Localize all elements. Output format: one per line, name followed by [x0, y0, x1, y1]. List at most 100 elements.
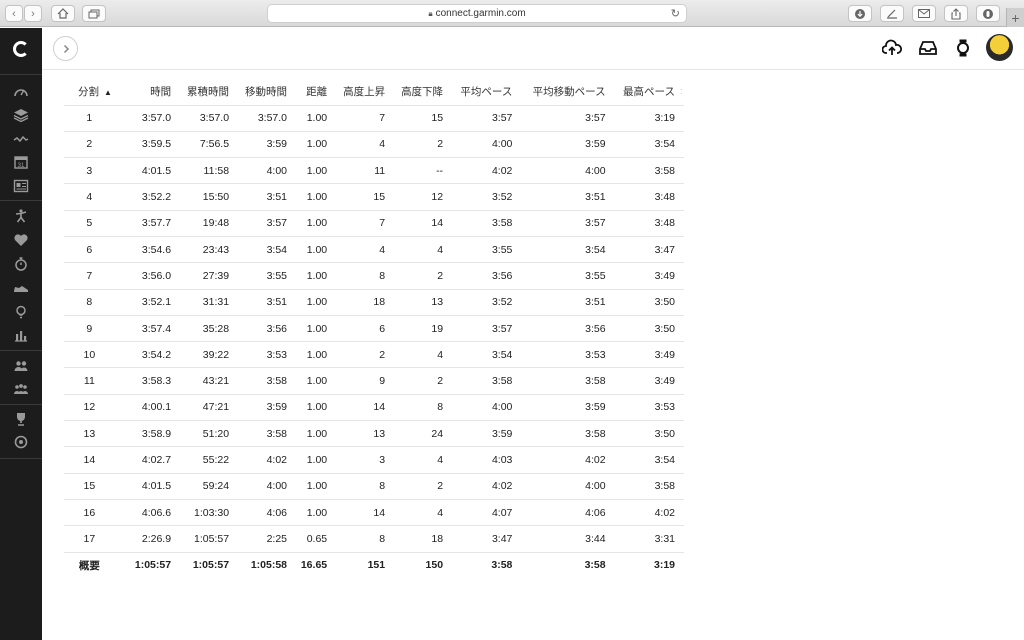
table-cell: 3:57.4 — [128, 314, 181, 342]
table-body: 1 3:57.0 3:57.0 3:57.0 1.00 7 15 3:57 3:57 3:19 2 3… — [64, 104, 684, 579]
bar-chart-icon[interactable] — [13, 328, 29, 342]
table-cell: 15 — [64, 472, 129, 500]
table-cell: 1.00 — [296, 446, 337, 474]
back-button[interactable]: ‹ — [5, 5, 23, 22]
groups-icon[interactable] — [13, 382, 29, 396]
table-cell: 3:59 — [452, 420, 522, 447]
table-cell: 5 — [64, 209, 129, 237]
garmin-connect-logo-icon[interactable] — [13, 41, 29, 57]
news-icon[interactable] — [13, 179, 29, 193]
table-cell: 8 — [336, 472, 395, 500]
forward-button[interactable]: › — [24, 5, 42, 22]
table-cell: -- — [394, 157, 453, 184]
reload-icon[interactable]: ↻ — [671, 7, 680, 20]
table-cell: 8 — [394, 393, 453, 421]
table-cell: 1.00 — [296, 235, 337, 263]
mail-button[interactable] — [912, 5, 936, 22]
table-cell: 11 — [336, 157, 395, 184]
run-person-icon[interactable] — [13, 209, 29, 223]
column-header[interactable]: 距離 — [296, 79, 336, 105]
avatar[interactable] — [986, 34, 1013, 61]
table-cell: 4:07 — [452, 498, 522, 526]
column-header-split[interactable]: 分割 ▲ — [64, 79, 129, 105]
table-cell: 4 — [394, 235, 453, 263]
table-cell: 35:28 — [180, 314, 239, 342]
table-cell: 3:57 — [238, 209, 297, 237]
table-cell: 3:55 — [452, 235, 522, 263]
trophy-icon[interactable] — [13, 412, 29, 426]
table-cell: 55:22 — [180, 446, 239, 474]
table-cell: 15 — [336, 183, 395, 211]
dashboard-icon[interactable] — [13, 85, 29, 99]
column-header[interactable]: 累積時間 — [180, 79, 238, 105]
table-row: 7 3:56.0 27:39 3:55 1.00 8 2 3:56 3:55 3:49 — [64, 262, 684, 290]
table-cell: 8 — [336, 525, 395, 553]
table-cell: 16 — [64, 498, 129, 526]
table-cell: 1.00 — [296, 288, 337, 316]
table-cell: 4:00.1 — [128, 393, 181, 421]
upload-cloud-icon[interactable] — [882, 39, 902, 57]
table-cell: 4:00 — [238, 472, 297, 500]
share-button[interactable] — [944, 5, 968, 22]
table-cell: 2 — [336, 341, 395, 368]
layers-icon[interactable] — [13, 108, 29, 122]
markup-button[interactable] — [880, 5, 904, 22]
new-tab-button[interactable]: + — [1006, 8, 1024, 27]
activity-wave-icon[interactable] — [13, 132, 29, 146]
watch-icon[interactable] — [953, 39, 973, 57]
stopwatch-icon[interactable] — [13, 257, 29, 271]
calendar-icon[interactable]: 31 — [13, 155, 29, 169]
home-button[interactable] — [51, 5, 75, 22]
table-cell: 3:55 — [238, 262, 297, 290]
column-header[interactable]: 平均移動ペース — [521, 79, 614, 105]
tabs-button[interactable] — [82, 5, 106, 22]
table-cell: 14 — [394, 209, 453, 237]
column-header-label: 移動時間 — [245, 86, 288, 99]
table-cell: 4:02 — [521, 446, 615, 474]
table-cell: 3:50 — [614, 420, 684, 447]
table-cell: 3:58 — [238, 420, 297, 447]
app-header — [42, 28, 1024, 70]
table-cell: 3:59 — [238, 130, 297, 158]
column-header[interactable]: 時間 — [129, 79, 180, 105]
sidebar-divider — [0, 458, 42, 459]
table-row: 3 4:01.5 11:58 4:00 1.00 11 -- 4:02 4:00 3:58 — [64, 157, 684, 184]
table-cell: 4:01.5 — [128, 472, 181, 500]
table-cell: 3:49 — [614, 262, 684, 290]
more-columns-indicator[interactable]: : — [680, 86, 683, 96]
column-header[interactable]: 最高ペース — [615, 79, 684, 105]
column-header[interactable]: 平均ペース — [452, 79, 521, 105]
extension-button[interactable] — [976, 5, 1000, 22]
table-cell: 19 — [394, 314, 453, 342]
browser-toolbar: ‹ › 🔒︎ connect.garmin.com ↻ + — [0, 0, 1024, 27]
connections-icon[interactable] — [13, 359, 29, 373]
column-header-label: 累積時間 — [187, 86, 230, 99]
table-cell: 31:31 — [180, 288, 239, 316]
inbox-icon[interactable] — [918, 39, 938, 57]
target-icon[interactable] — [13, 435, 29, 449]
column-header[interactable]: 高度下降 — [394, 79, 452, 105]
table-cell: 3:58 — [614, 157, 684, 184]
table-cell: 3:57 — [521, 209, 615, 237]
address-bar[interactable]: 🔒︎ connect.garmin.com ↻ — [267, 4, 687, 23]
table-cell: 3:56 — [238, 314, 297, 342]
table-cell: 1.00 — [296, 420, 337, 447]
summary-cell: 1:05:57 — [180, 551, 239, 579]
column-header-label: 最高ペース — [623, 86, 675, 99]
summary-cell: 3:58 — [521, 551, 615, 579]
table-cell: 24 — [394, 420, 453, 447]
column-header[interactable]: 高度上昇 — [336, 79, 394, 105]
table-cell: 1.00 — [296, 130, 337, 158]
heart-icon[interactable] — [13, 233, 29, 247]
table-cell: 3:48 — [614, 183, 684, 211]
downloads-button[interactable] — [848, 5, 872, 22]
summary-row: 概要 1:05:57 1:05:57 1:05:58 16.65 151 150 3:58 3:… — [64, 551, 684, 579]
table-cell: 3:59 — [521, 130, 615, 158]
column-header[interactable]: 移動時間 — [238, 79, 296, 105]
table-cell: 1.00 — [296, 157, 337, 184]
chevron-right-icon — [63, 44, 69, 53]
table-cell: 3 — [336, 446, 395, 474]
lightbulb-icon[interactable] — [13, 305, 29, 319]
shoe-icon[interactable] — [13, 281, 29, 295]
expand-sidebar-button[interactable] — [53, 36, 78, 61]
